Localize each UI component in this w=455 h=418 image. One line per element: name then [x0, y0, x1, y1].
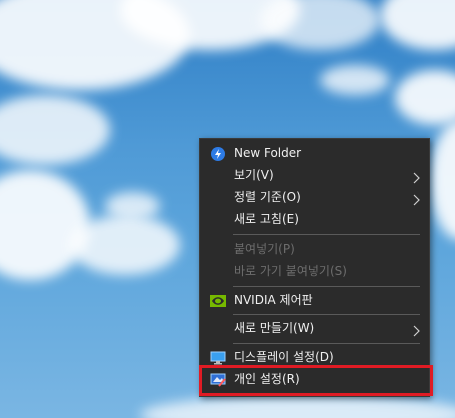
- menu-item-label: New Folder: [234, 146, 302, 160]
- cloud: [105, 192, 160, 220]
- menu-item-new-folder[interactable]: New Folder: [200, 142, 429, 164]
- cloud: [140, 395, 455, 418]
- menu-item-label: 새로 만들기(W): [234, 321, 315, 335]
- menu-item-display-settings[interactable]: 디스플레이 설정(D): [200, 346, 429, 368]
- cloud: [380, 0, 455, 50]
- menu-separator: [233, 286, 420, 287]
- display-icon: [210, 350, 226, 365]
- menu-item-label: 디스플레이 설정(D): [234, 350, 334, 364]
- cloud: [395, 70, 455, 125]
- cloud: [430, 120, 455, 240]
- menu-item-nvidia-control-panel[interactable]: NVIDIA 제어판: [200, 289, 429, 311]
- menu-item-label: 붙여넣기(P): [234, 242, 295, 256]
- cloud: [0, 170, 90, 280]
- menu-item-label: 바로 가기 붙여넣기(S): [234, 264, 347, 278]
- menu-item-paste[interactable]: 붙여넣기(P): [200, 238, 429, 260]
- cloud: [70, 215, 180, 275]
- menu-item-sort-by[interactable]: 정렬 기준(O): [200, 186, 429, 208]
- menu-separator: [233, 343, 420, 344]
- chevron-right-icon: [411, 191, 421, 206]
- menu-item-paste-shortcut[interactable]: 바로 가기 붙여넣기(S): [200, 260, 429, 282]
- menu-item-view[interactable]: 보기(V): [200, 164, 429, 186]
- nvidia-icon: [210, 293, 226, 307]
- menu-item-label: 보기(V): [234, 168, 274, 182]
- menu-separator: [233, 314, 420, 315]
- menu-item-label: 개인 설정(R): [234, 372, 300, 386]
- new-folder-icon: [210, 146, 226, 161]
- cloud: [260, 0, 380, 50]
- chevron-right-icon: [411, 322, 421, 337]
- cloud: [0, 95, 110, 165]
- menu-item-label: 정렬 기준(O): [234, 190, 301, 204]
- menu-item-new[interactable]: 새로 만들기(W): [200, 317, 429, 339]
- cloud: [320, 65, 390, 95]
- menu-item-refresh[interactable]: 새로 고침(E): [200, 208, 429, 230]
- menu-item-label: NVIDIA 제어판: [234, 293, 313, 307]
- personalize-icon: [210, 372, 226, 387]
- desktop-context-menu: New Folder 보기(V) 정렬 기준(O) 새로 고침(E) 붙여넣기(…: [199, 138, 430, 397]
- menu-item-personalize[interactable]: 개인 설정(R): [200, 368, 429, 390]
- menu-item-label: 새로 고침(E): [234, 212, 299, 226]
- menu-separator: [233, 234, 420, 235]
- chevron-right-icon: [411, 169, 421, 184]
